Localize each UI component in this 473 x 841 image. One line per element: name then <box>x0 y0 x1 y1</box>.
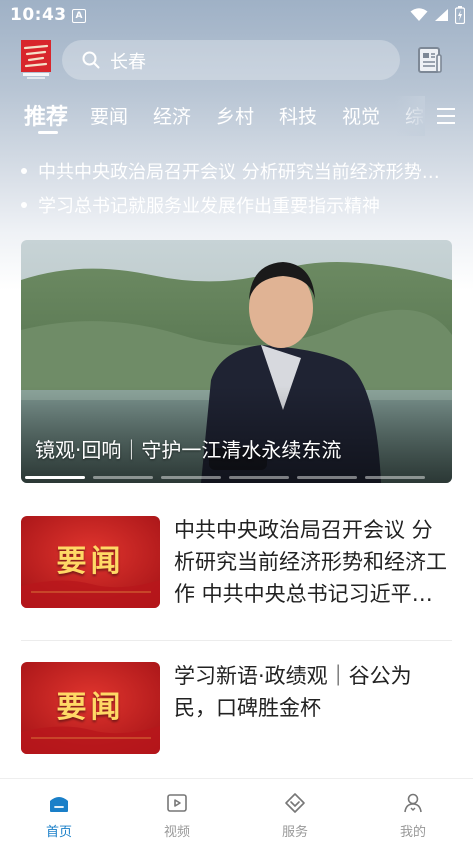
news-thumbnail: 要闻 <box>21 662 160 754</box>
thumbnail-label: 要闻 <box>56 544 125 579</box>
nav-label: 服务 <box>281 825 308 840</box>
divider <box>21 640 452 641</box>
carousel-indicator <box>21 476 452 479</box>
active-tab-indicator <box>38 131 58 134</box>
nav-label: 首页 <box>45 825 72 840</box>
tab-technology[interactable]: 科技 <box>279 102 317 129</box>
tab-visual[interactable]: 视觉 <box>342 102 380 129</box>
carousel-dot <box>93 476 153 479</box>
nav-label: 视频 <box>163 825 190 840</box>
headline-item[interactable]: 学习总书记就服务业发展作出重要指示精神 <box>20 188 460 222</box>
home-icon <box>50 797 68 812</box>
tab-rural[interactable]: 乡村 <box>216 102 254 129</box>
headline-text: 学习总书记就服务业发展作出重要指示精神 <box>38 196 380 217</box>
bullet-dot <box>21 168 27 174</box>
app-logo[interactable] <box>21 40 51 80</box>
channel-tabs: 推荐 要闻 经济 乡村 科技 视觉 综 <box>0 96 473 140</box>
banner-caption: 镜观·回响｜守护一江清水永续东流 <box>35 438 342 462</box>
bottom-nav: 首页 视频 服务 我的 <box>0 778 473 841</box>
tab-headlines[interactable]: 要闻 <box>90 102 128 129</box>
video-icon <box>167 794 187 812</box>
banner-carousel[interactable]: 镜观·回响｜守护一江清水永续东流 <box>21 240 452 483</box>
status-time: 10:43 <box>10 5 67 25</box>
carousel-dot <box>297 476 357 479</box>
service-icon <box>285 793 305 813</box>
news-item[interactable]: 要闻 中共中央政治局召开会议 分析研究当前经济形势和经济工作 中共中央总书记习近… <box>21 516 452 608</box>
carousel-dot <box>229 476 289 479</box>
status-bar: 10:43 A <box>0 0 473 32</box>
search-bar[interactable]: 长春 <box>62 40 400 80</box>
headline-item[interactable]: 中共中央政治局召开会议 分析研究当前经济形势和经济工作 <box>20 154 460 188</box>
tab-economy[interactable]: 经济 <box>153 102 191 129</box>
news-title-text: 中共中央政治局召开会议 分析研究当前经济形势和经济工作 中共中央总书记习近平主持… <box>174 518 447 606</box>
newspaper-icon[interactable] <box>417 46 443 74</box>
nav-video[interactable]: 视频 <box>118 779 236 841</box>
nav-service[interactable]: 服务 <box>236 779 354 841</box>
news-item[interactable]: 要闻 学习新语·政绩观｜谷公为民，口碑胜金杯 <box>21 662 452 754</box>
headline-list: 中共中央政治局召开会议 分析研究当前经济形势和经济工作 学习总书记就服务业发展作… <box>20 154 460 222</box>
thumbnail-label: 要闻 <box>56 690 125 725</box>
nav-label: 我的 <box>399 825 426 840</box>
battery-icon <box>455 6 465 24</box>
news-title-text: 学习新语·政绩观｜谷公为民，口碑胜金杯 <box>174 664 412 720</box>
carousel-dot-active <box>25 476 85 479</box>
status-icons <box>410 6 465 24</box>
carousel-dot <box>161 476 221 479</box>
notification-badge-icon: A <box>72 9 86 23</box>
profile-icon <box>404 793 422 813</box>
search-icon <box>82 51 100 69</box>
headline-text: 中共中央政治局召开会议 分析研究当前经济形势和经济工作 <box>38 162 444 183</box>
news-thumbnail: 要闻 <box>21 516 160 608</box>
tab-recommend[interactable]: 推荐 <box>24 99 68 131</box>
signal-icon <box>435 9 448 21</box>
news-title: 中共中央政治局召开会议 分析研究当前经济形势和经济工作 中共中央总书记习近平主持… <box>174 514 452 610</box>
wifi-icon <box>410 8 428 21</box>
search-input[interactable]: 长春 <box>110 48 146 74</box>
tabs-fade <box>395 96 425 136</box>
nav-profile[interactable]: 我的 <box>354 779 472 841</box>
nav-home[interactable]: 首页 <box>0 779 118 841</box>
news-title: 学习新语·政绩观｜谷公为民，口碑胜金杯 <box>174 660 452 724</box>
carousel-dot <box>365 476 425 479</box>
bullet-dot <box>21 202 27 208</box>
menu-icon[interactable] <box>436 107 456 125</box>
